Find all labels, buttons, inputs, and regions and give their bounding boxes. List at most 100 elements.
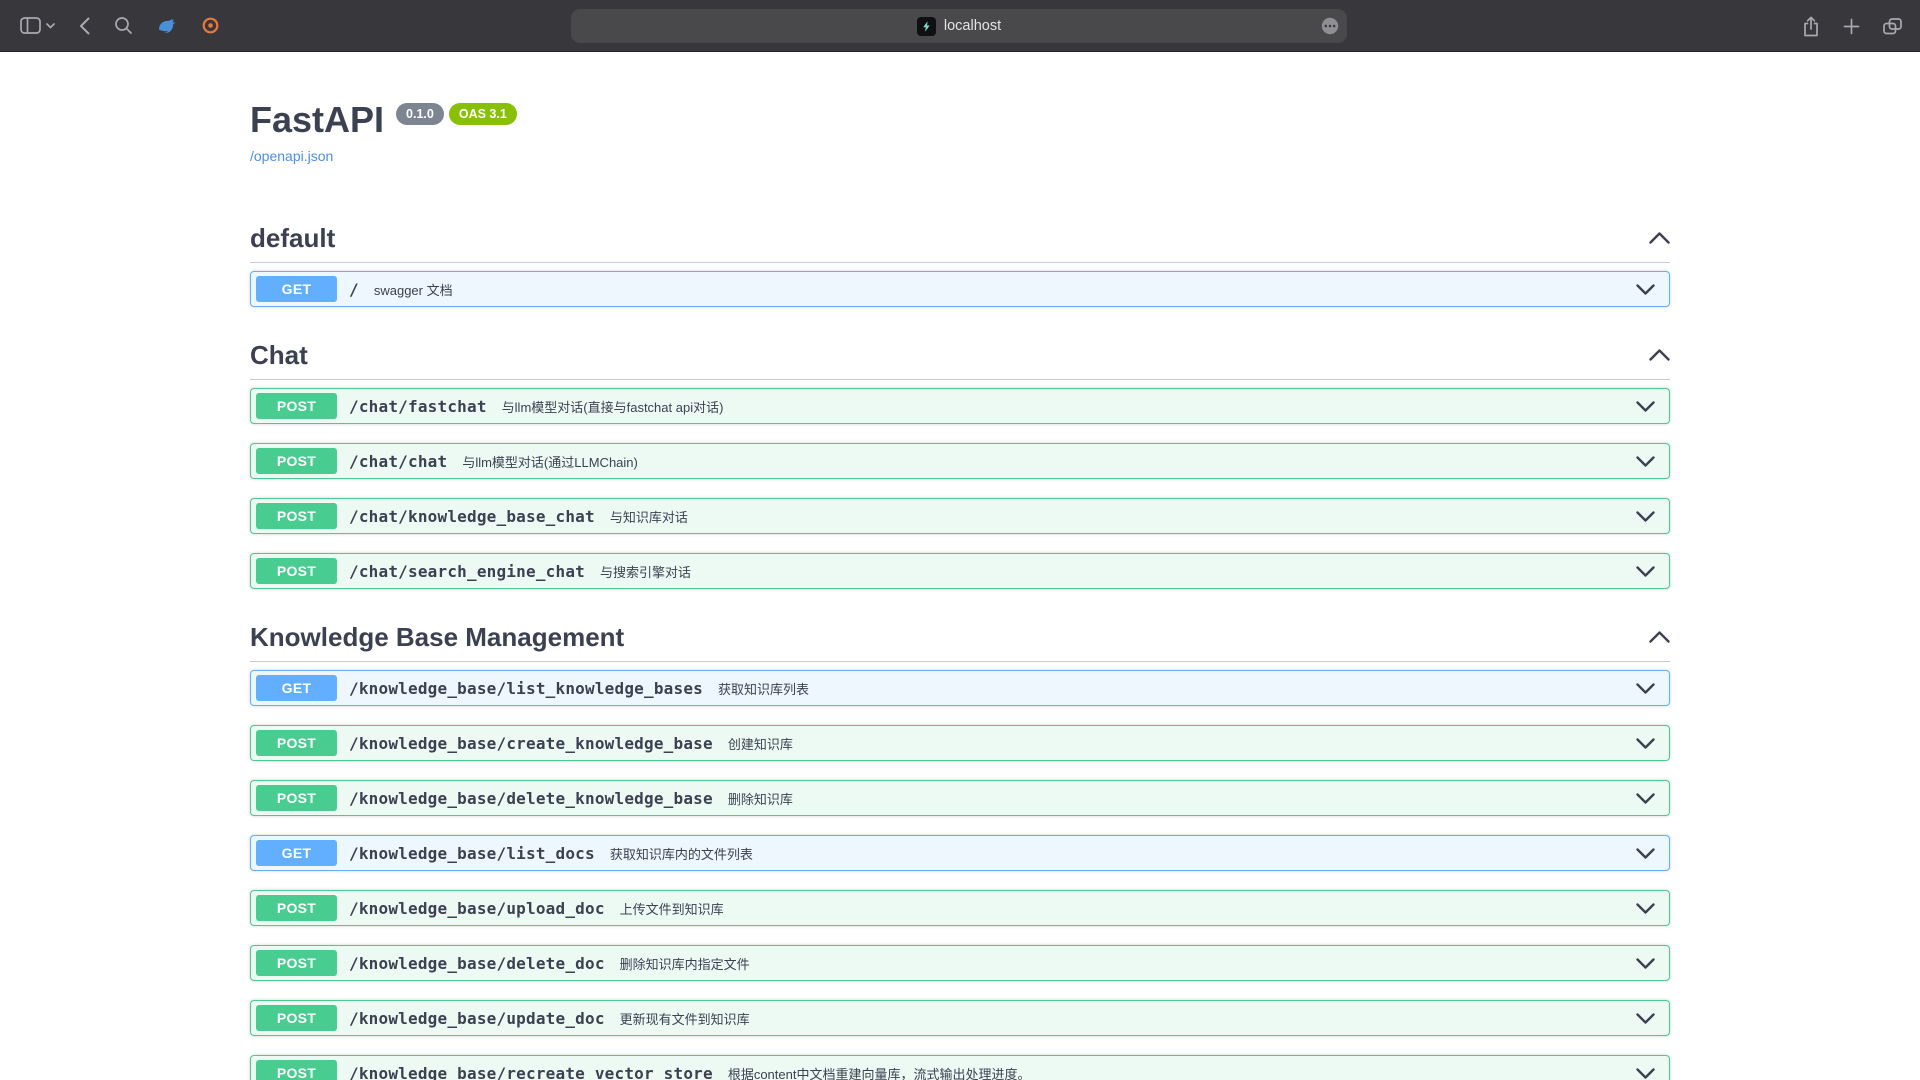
share-icon: [1802, 16, 1820, 37]
operation-row[interactable]: POST /knowledge_base/upload_doc 上传文件到知识库: [250, 890, 1670, 926]
method-badge: GET: [256, 675, 337, 701]
section-title: Chat: [250, 339, 308, 371]
operation-row[interactable]: POST /chat/chat 与llm模型对话(通过LLMChain): [250, 443, 1670, 479]
tab-overview-button[interactable]: [1881, 16, 1904, 37]
method-badge: POST: [256, 558, 337, 584]
chevron-down-icon[interactable]: [1636, 793, 1655, 804]
operation-path: /knowledge_base/delete_knowledge_base: [349, 789, 713, 808]
chevron-down-icon[interactable]: [1636, 1013, 1655, 1024]
operation-path: /chat/chat: [349, 452, 447, 471]
method-badge: POST: [256, 730, 337, 756]
operation-row[interactable]: POST /knowledge_base/recreate_vector_sto…: [250, 1055, 1670, 1080]
operation-description: 根据content中文档重建向量库，流式输出处理进度。: [728, 1064, 1031, 1080]
browser-toolbar: localhost: [0, 0, 1920, 52]
chevron-down-icon[interactable]: [1636, 903, 1655, 914]
operation-row[interactable]: POST /chat/knowledge_base_chat 与知识库对话: [250, 498, 1670, 534]
search-icon: [114, 16, 133, 35]
ring-dot-icon: [201, 16, 220, 35]
operation-description: 获取知识库列表: [718, 679, 809, 698]
operation-row[interactable]: POST /knowledge_base/create_knowledge_ba…: [250, 725, 1670, 761]
section-operations: POST /chat/fastchat 与llm模型对话(直接与fastchat…: [250, 388, 1670, 589]
method-badge: GET: [256, 276, 337, 302]
method-badge: POST: [256, 503, 337, 529]
operation-description: 与llm模型对话(通过LLMChain): [462, 452, 638, 471]
bird-icon: [157, 17, 177, 35]
chevron-down-icon[interactable]: [1636, 738, 1655, 749]
swagger-container: FastAPI 0.1.0OAS 3.1 /openapi.json defaul…: [250, 52, 1670, 1080]
api-info: FastAPI 0.1.0OAS 3.1 /openapi.json: [250, 98, 1670, 166]
version-badge: 0.1.0: [396, 103, 444, 125]
api-tag-section: Knowledge Base Management GET /knowledge…: [250, 589, 1670, 1080]
operation-row[interactable]: POST /knowledge_base/delete_doc 删除知识库内指定…: [250, 945, 1670, 981]
page-settings-icon[interactable]: [1321, 17, 1339, 35]
api-title-text: FastAPI: [250, 99, 384, 140]
chevron-up-icon[interactable]: [1649, 232, 1670, 244]
search-button[interactable]: [112, 14, 135, 37]
sidebar-toggle-button[interactable]: [18, 15, 57, 36]
section-operations: GET / swagger 文档: [250, 271, 1670, 307]
operation-path: /: [349, 280, 359, 299]
chevron-down-icon[interactable]: [1636, 1068, 1655, 1079]
chevron-down-icon[interactable]: [1636, 456, 1655, 467]
operation-path: /knowledge_base/create_knowledge_base: [349, 734, 713, 753]
new-tab-button[interactable]: [1841, 16, 1862, 37]
operation-row[interactable]: POST /chat/fastchat 与llm模型对话(直接与fastchat…: [250, 388, 1670, 424]
method-badge: POST: [256, 1005, 337, 1031]
operation-row[interactable]: GET / swagger 文档: [250, 271, 1670, 307]
operation-description: 与知识库对话: [610, 507, 688, 526]
operation-row[interactable]: POST /knowledge_base/delete_knowledge_ba…: [250, 780, 1670, 816]
operation-row[interactable]: POST /knowledge_base/update_doc 更新现有文件到知…: [250, 1000, 1670, 1036]
section-header[interactable]: default: [250, 222, 1670, 263]
method-badge: POST: [256, 785, 337, 811]
api-sections: default GET / swagger 文档 Chat POST /chat…: [250, 190, 1670, 1080]
operation-row[interactable]: GET /knowledge_base/list_knowledge_bases…: [250, 670, 1670, 706]
operation-path: /chat/search_engine_chat: [349, 562, 585, 581]
operation-description: 与搜索引擎对话: [600, 562, 691, 581]
section-title: Knowledge Base Management: [250, 621, 624, 653]
operation-path: /knowledge_base/delete_doc: [349, 954, 605, 973]
operation-path: /knowledge_base/recreate_vector_store: [349, 1064, 713, 1080]
chevron-down-icon[interactable]: [1636, 683, 1655, 694]
chevron-down-icon[interactable]: [1636, 511, 1655, 522]
toolbar-left-group: [0, 14, 222, 37]
operation-path: /chat/knowledge_base_chat: [349, 507, 595, 526]
share-button[interactable]: [1800, 14, 1822, 39]
chevron-down-icon[interactable]: [1636, 566, 1655, 577]
sidebar-toggle-icon: [20, 17, 41, 34]
method-badge: POST: [256, 950, 337, 976]
method-badge: POST: [256, 1060, 337, 1080]
chevron-up-icon[interactable]: [1649, 349, 1670, 361]
operation-description: swagger 文档: [374, 280, 453, 299]
chevron-down-icon[interactable]: [1636, 848, 1655, 859]
chevron-down-icon[interactable]: [1636, 284, 1655, 295]
section-operations: GET /knowledge_base/list_knowledge_bases…: [250, 670, 1670, 1080]
plus-icon: [1843, 18, 1860, 35]
oas-badge: OAS 3.1: [449, 103, 517, 125]
operation-row[interactable]: POST /chat/search_engine_chat 与搜索引擎对话: [250, 553, 1670, 589]
back-button[interactable]: [77, 15, 92, 37]
operation-row[interactable]: GET /knowledge_base/list_docs 获取知识库内的文件列…: [250, 835, 1670, 871]
operation-path: /knowledge_base/list_knowledge_bases: [349, 679, 703, 698]
address-bar[interactable]: localhost: [571, 9, 1347, 43]
operation-description: 上传文件到知识库: [620, 899, 724, 918]
url-text: localhost: [944, 18, 1001, 34]
page-title: FastAPI 0.1.0OAS 3.1: [250, 98, 1670, 142]
section-header[interactable]: Chat: [250, 339, 1670, 380]
swagger-page: FastAPI 0.1.0OAS 3.1 /openapi.json defaul…: [0, 52, 1920, 1080]
pinned-tab-bird[interactable]: [155, 15, 179, 37]
operation-description: 删除知识库: [728, 789, 793, 808]
api-tag-section: Chat POST /chat/fastchat 与llm模型对话(直接与fas…: [250, 307, 1670, 589]
chevron-up-icon[interactable]: [1649, 631, 1670, 643]
method-badge: GET: [256, 840, 337, 866]
chevron-down-icon[interactable]: [1636, 401, 1655, 412]
pinned-tab-ring[interactable]: [199, 14, 222, 37]
operation-path: /knowledge_base/upload_doc: [349, 899, 605, 918]
operation-path: /chat/fastchat: [349, 397, 487, 416]
section-header[interactable]: Knowledge Base Management: [250, 621, 1670, 662]
operation-description: 获取知识库内的文件列表: [610, 844, 753, 863]
chevron-down-icon: [46, 23, 55, 29]
chevron-down-icon[interactable]: [1636, 958, 1655, 969]
operation-path: /knowledge_base/update_doc: [349, 1009, 605, 1028]
openapi-json-link[interactable]: /openapi.json: [250, 148, 333, 165]
operation-description: 删除知识库内指定文件: [620, 954, 750, 973]
